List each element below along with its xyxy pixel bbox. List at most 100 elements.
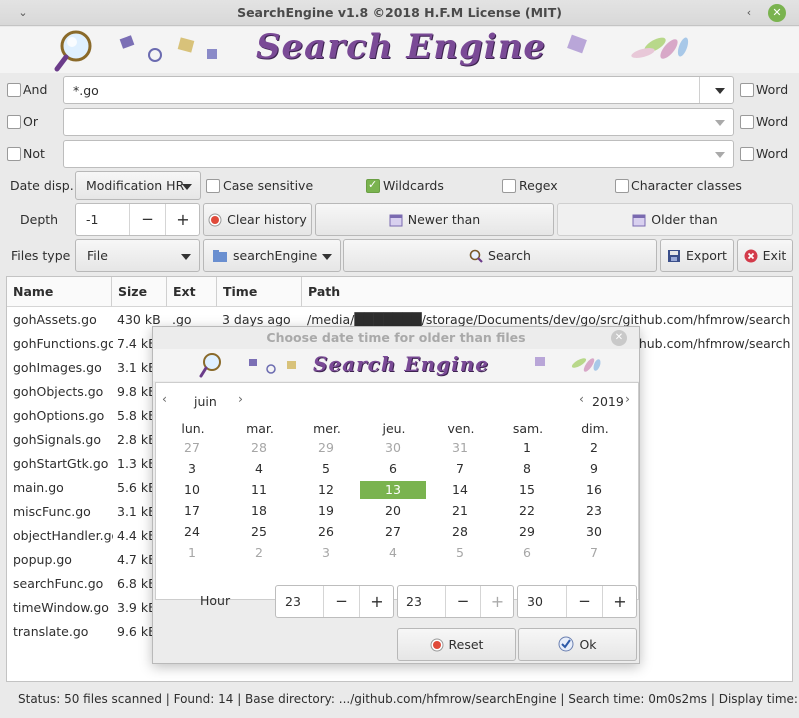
calendar-day[interactable]: 5 bbox=[293, 460, 359, 478]
hour-decrease-button[interactable]: − bbox=[323, 586, 359, 617]
calendar-day[interactable]: 27 bbox=[360, 523, 426, 541]
or-input[interactable] bbox=[63, 108, 734, 136]
calendar-day[interactable]: 1 bbox=[494, 439, 560, 457]
hour-value[interactable]: 23 bbox=[285, 594, 301, 609]
or-word-checkbox[interactable] bbox=[740, 115, 754, 129]
second-stepper[interactable]: 30 − + bbox=[517, 585, 637, 618]
calendar-day[interactable]: 2 bbox=[226, 544, 292, 562]
depth-stepper[interactable]: -1 − + bbox=[75, 203, 200, 236]
depth-increase-button[interactable]: + bbox=[165, 204, 200, 235]
and-word-checkbox[interactable] bbox=[740, 83, 754, 97]
or-dropdown-button[interactable] bbox=[699, 109, 733, 135]
minimize-button[interactable]: ‹ bbox=[740, 4, 758, 22]
and-input[interactable]: *.go bbox=[63, 76, 734, 104]
calendar-day[interactable]: 3 bbox=[293, 544, 359, 562]
minute-stepper[interactable]: 23 − + bbox=[397, 585, 514, 618]
regex-checkbox[interactable] bbox=[502, 179, 516, 193]
not-input[interactable] bbox=[63, 140, 734, 168]
search-button[interactable]: Search bbox=[343, 239, 657, 272]
ok-button[interactable]: Ok bbox=[518, 628, 637, 661]
calendar-day[interactable]: 24 bbox=[159, 523, 225, 541]
chevron-down-icon bbox=[715, 120, 725, 126]
dialog-close-button[interactable]: ✕ bbox=[611, 330, 627, 346]
case-sensitive-checkbox[interactable] bbox=[206, 179, 220, 193]
not-dropdown-button[interactable] bbox=[699, 141, 733, 167]
not-word-checkbox[interactable] bbox=[740, 147, 754, 161]
prev-month-button[interactable]: ‹ bbox=[162, 391, 167, 406]
calendar-day[interactable]: 21 bbox=[427, 502, 493, 520]
clear-history-button[interactable]: Clear history bbox=[203, 203, 312, 236]
calendar-day[interactable]: 30 bbox=[561, 523, 627, 541]
calendar-day[interactable]: 5 bbox=[427, 544, 493, 562]
calendar-day[interactable]: 31 bbox=[427, 439, 493, 457]
calendar-day[interactable]: 19 bbox=[293, 502, 359, 520]
column-header-time[interactable]: Time bbox=[217, 277, 302, 307]
hour-stepper[interactable]: 23 − + bbox=[275, 585, 394, 618]
second-decrease-button[interactable]: − bbox=[566, 586, 602, 617]
not-checkbox[interactable] bbox=[7, 147, 21, 161]
and-checkbox[interactable] bbox=[7, 83, 21, 97]
calendar-day[interactable]: 3 bbox=[159, 460, 225, 478]
minute-decrease-button[interactable]: − bbox=[445, 586, 480, 617]
calendar-day[interactable]: 7 bbox=[561, 544, 627, 562]
calendar-day[interactable]: 27 bbox=[159, 439, 225, 457]
wildcards-checkbox[interactable] bbox=[366, 178, 380, 193]
close-button[interactable]: ✕ bbox=[768, 4, 786, 22]
calendar-day[interactable]: 12 bbox=[293, 481, 359, 499]
calendar-day[interactable]: 17 bbox=[159, 502, 225, 520]
calendar-day[interactable]: 20 bbox=[360, 502, 426, 520]
calendar-day[interactable]: 14 bbox=[427, 481, 493, 499]
export-button[interactable]: Export bbox=[660, 239, 734, 272]
calendar-day[interactable]: 23 bbox=[561, 502, 627, 520]
calendar-day[interactable]: 18 bbox=[226, 502, 292, 520]
export-label: Export bbox=[686, 248, 727, 263]
calendar-day[interactable]: 29 bbox=[293, 439, 359, 457]
minute-value[interactable]: 23 bbox=[406, 594, 422, 609]
calendar-day[interactable]: 4 bbox=[360, 544, 426, 562]
column-header-size[interactable]: Size bbox=[112, 277, 167, 307]
prev-year-button[interactable]: ‹ bbox=[579, 391, 584, 406]
reset-button[interactable]: Reset bbox=[397, 628, 516, 661]
second-increase-button[interactable]: + bbox=[602, 586, 637, 617]
column-header-name[interactable]: Name bbox=[7, 277, 112, 307]
exit-button[interactable]: Exit bbox=[737, 239, 793, 272]
depth-decrease-button[interactable]: − bbox=[129, 204, 165, 235]
hour-increase-button[interactable]: + bbox=[359, 586, 394, 617]
calendar-day[interactable]: 9 bbox=[561, 460, 627, 478]
minute-increase-button[interactable]: + bbox=[480, 586, 514, 617]
calendar-day[interactable]: 6 bbox=[360, 460, 426, 478]
next-month-button[interactable]: › bbox=[238, 391, 243, 406]
or-checkbox[interactable] bbox=[7, 115, 21, 129]
calendar-day[interactable]: 28 bbox=[226, 439, 292, 457]
second-value[interactable]: 30 bbox=[527, 594, 543, 609]
calendar-day[interactable]: 29 bbox=[494, 523, 560, 541]
character-classes-checkbox[interactable] bbox=[615, 179, 629, 193]
calendar-day[interactable]: 2 bbox=[561, 439, 627, 457]
calendar-day[interactable]: 26 bbox=[293, 523, 359, 541]
calendar-day[interactable]: 22 bbox=[494, 502, 560, 520]
calendar-day[interactable]: 7 bbox=[427, 460, 493, 478]
calendar-day[interactable]: 8 bbox=[494, 460, 560, 478]
calendar[interactable]: ‹ juin › ‹ 2019 › lun. mar. mer. jeu. ven. sa… bbox=[155, 382, 639, 600]
column-header-ext[interactable]: Ext bbox=[167, 277, 217, 307]
calendar-day[interactable]: 6 bbox=[494, 544, 560, 562]
calendar-day[interactable]: 16 bbox=[561, 481, 627, 499]
folder-chooser[interactable]: searchEngine bbox=[203, 239, 341, 272]
newer-than-button[interactable]: Newer than bbox=[315, 203, 554, 236]
calendar-day-selected[interactable]: 13 bbox=[360, 481, 426, 499]
calendar-day[interactable]: 1 bbox=[159, 544, 225, 562]
calendar-day[interactable]: 4 bbox=[226, 460, 292, 478]
calendar-day[interactable]: 15 bbox=[494, 481, 560, 499]
calendar-day[interactable]: 30 bbox=[360, 439, 426, 457]
calendar-day[interactable]: 11 bbox=[226, 481, 292, 499]
calendar-day[interactable]: 10 bbox=[159, 481, 225, 499]
column-header-path[interactable]: Path bbox=[302, 277, 792, 307]
depth-value[interactable]: -1 bbox=[86, 212, 98, 227]
files-type-select[interactable]: File bbox=[75, 239, 200, 272]
older-than-button[interactable]: Older than bbox=[557, 203, 793, 236]
and-dropdown-button[interactable] bbox=[699, 77, 733, 103]
calendar-day[interactable]: 28 bbox=[427, 523, 493, 541]
next-year-button[interactable]: › bbox=[625, 391, 630, 406]
calendar-day[interactable]: 25 bbox=[226, 523, 292, 541]
date-disp-select[interactable]: Modification HR bbox=[75, 171, 201, 200]
